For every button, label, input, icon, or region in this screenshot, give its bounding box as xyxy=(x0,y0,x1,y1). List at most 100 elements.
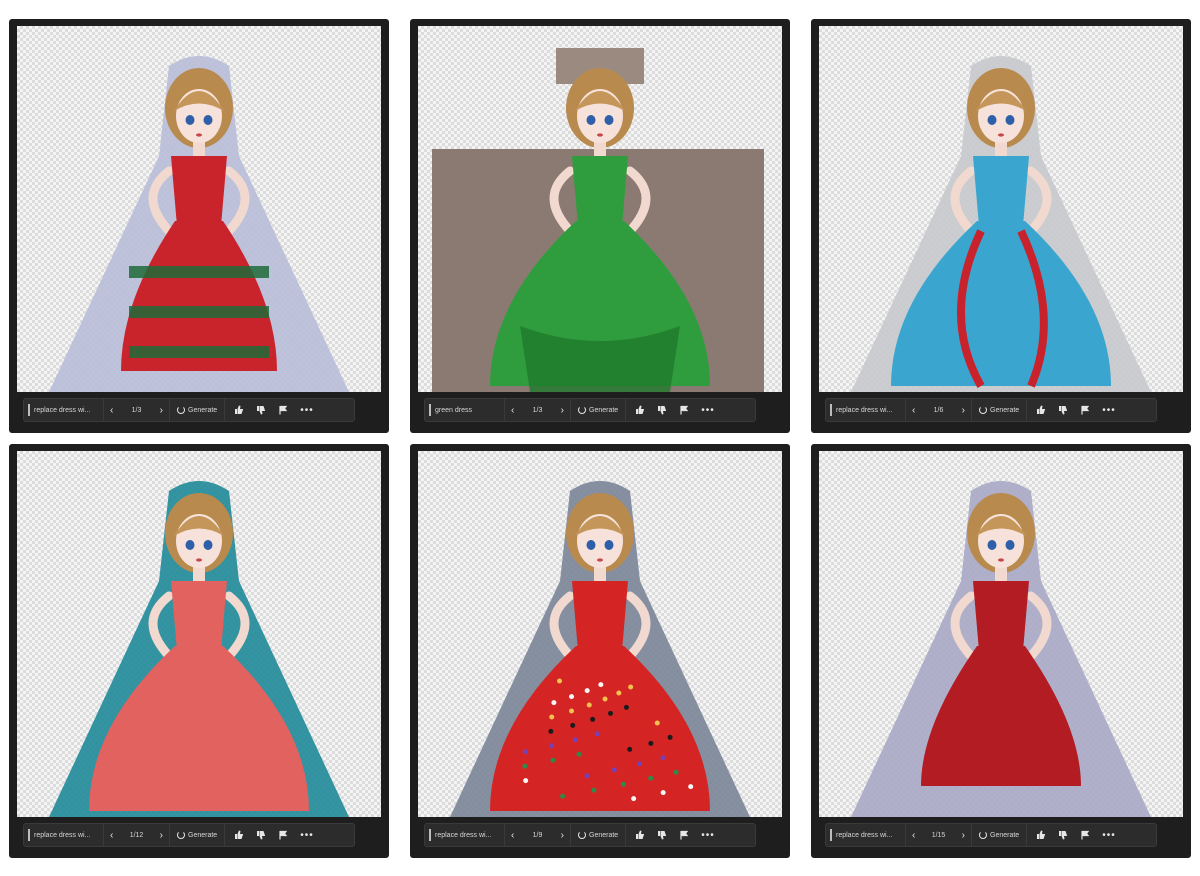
variation-counter: 1/15 xyxy=(931,831,946,839)
chevron-left-icon[interactable]: ‹ xyxy=(511,405,514,416)
chevron-right-icon[interactable]: › xyxy=(561,405,564,416)
doll-image-4 xyxy=(49,481,349,817)
canvas-1[interactable] xyxy=(17,26,381,392)
thumbs-up-icon[interactable] xyxy=(635,405,645,415)
sequin xyxy=(631,796,637,802)
sequin xyxy=(616,690,622,696)
thumbs-down-icon[interactable] xyxy=(657,830,667,840)
eye xyxy=(1005,115,1015,125)
sequin xyxy=(572,737,578,743)
more-icon[interactable]: ••• xyxy=(300,830,314,841)
flag-icon[interactable] xyxy=(278,830,288,840)
prompt-bar xyxy=(28,829,30,841)
variation-panel-1: replace dress wi... ‹ 1/3 › Generate ••• xyxy=(9,19,389,433)
chevron-right-icon[interactable]: › xyxy=(160,830,163,841)
flag-icon[interactable] xyxy=(679,405,689,415)
sequin xyxy=(549,714,555,720)
prompt-field[interactable]: replace dress wi... xyxy=(24,824,104,846)
tier-stripe xyxy=(129,306,269,318)
prompt-text: replace dress wi... xyxy=(34,406,91,414)
generate-button[interactable]: Generate xyxy=(571,399,627,421)
flag-icon[interactable] xyxy=(1080,405,1090,415)
thumbs-up-icon[interactable] xyxy=(1036,405,1046,415)
sequin xyxy=(584,688,590,694)
prompt-field[interactable]: replace dress wi... xyxy=(24,399,104,421)
variation-panel-6: replace dress wi... ‹ 1/15 › Generate ••… xyxy=(811,444,1191,858)
more-icon[interactable]: ••• xyxy=(701,830,715,841)
chevron-left-icon[interactable]: ‹ xyxy=(912,405,915,416)
bodice xyxy=(572,581,628,651)
sequin xyxy=(560,793,566,799)
sequin xyxy=(623,704,629,710)
thumbs-up-icon[interactable] xyxy=(635,830,645,840)
prompt-field[interactable]: replace dress wi... xyxy=(425,824,505,846)
flag-icon[interactable] xyxy=(679,830,689,840)
eye xyxy=(185,115,195,125)
generate-button[interactable]: Generate xyxy=(571,824,627,846)
chevron-left-icon[interactable]: ‹ xyxy=(912,830,915,841)
tier-stripe xyxy=(129,266,269,278)
chevron-left-icon[interactable]: ‹ xyxy=(511,830,514,841)
thumbs-up-icon[interactable] xyxy=(234,405,244,415)
eye xyxy=(586,115,596,125)
refresh-icon xyxy=(979,831,987,839)
generate-button[interactable]: Generate xyxy=(972,824,1028,846)
bodice xyxy=(171,581,227,651)
sequin xyxy=(576,751,582,757)
chevron-right-icon[interactable]: › xyxy=(561,830,564,841)
sequin xyxy=(688,784,694,790)
canvas-2[interactable] xyxy=(418,26,782,392)
chevron-left-icon[interactable]: ‹ xyxy=(110,830,113,841)
more-icon[interactable]: ••• xyxy=(1102,830,1116,841)
canvas-5[interactable] xyxy=(418,451,782,817)
variation-nav: ‹ 1/15 › xyxy=(906,824,972,846)
chevron-right-icon[interactable]: › xyxy=(160,405,163,416)
refresh-icon xyxy=(979,406,987,414)
generate-button[interactable]: Generate xyxy=(972,399,1028,421)
prompt-text: green dress xyxy=(435,406,472,414)
canvas-6[interactable] xyxy=(819,451,1183,817)
mouth xyxy=(196,558,202,562)
thumbs-down-icon[interactable] xyxy=(1058,830,1068,840)
chevron-right-icon[interactable]: › xyxy=(962,405,965,416)
prompt-field[interactable]: green dress xyxy=(425,399,505,421)
thumbs-up-icon[interactable] xyxy=(1036,830,1046,840)
thumbs-down-icon[interactable] xyxy=(1058,405,1068,415)
prompt-bar xyxy=(429,404,431,416)
sequin xyxy=(590,716,596,722)
sequin xyxy=(522,763,528,769)
sequin xyxy=(648,775,654,781)
contextual-taskbar-3: replace dress wi... ‹ 1/6 › Generate ••• xyxy=(825,398,1157,422)
tier-stripe xyxy=(129,346,269,358)
generate-label: Generate xyxy=(589,831,619,839)
sequin xyxy=(584,773,590,779)
prompt-field[interactable]: replace dress wi... xyxy=(826,824,906,846)
flag-icon[interactable] xyxy=(278,405,288,415)
sequin xyxy=(550,757,556,763)
more-icon[interactable]: ••• xyxy=(1102,405,1116,416)
thumbs-down-icon[interactable] xyxy=(657,405,667,415)
canvas-3[interactable] xyxy=(819,26,1183,392)
contextual-taskbar-2: green dress ‹ 1/3 › Generate ••• xyxy=(424,398,756,422)
thumbs-up-icon[interactable] xyxy=(234,830,244,840)
thumbs-down-icon[interactable] xyxy=(256,405,266,415)
generate-button[interactable]: Generate xyxy=(170,824,226,846)
generate-button[interactable]: Generate xyxy=(170,399,226,421)
thumbs-down-icon[interactable] xyxy=(256,830,266,840)
sequin xyxy=(667,734,673,740)
sequin xyxy=(586,702,592,708)
chevron-left-icon[interactable]: ‹ xyxy=(110,405,113,416)
more-icon[interactable]: ••• xyxy=(701,405,715,416)
eye xyxy=(1005,540,1015,550)
prompt-field[interactable]: replace dress wi... xyxy=(826,399,906,421)
eye xyxy=(604,115,614,125)
canvas-4[interactable] xyxy=(17,451,381,817)
sequin xyxy=(628,684,634,690)
chevron-right-icon[interactable]: › xyxy=(962,830,965,841)
flag-icon[interactable] xyxy=(1080,830,1090,840)
sequin xyxy=(648,740,654,746)
sequin xyxy=(594,731,600,737)
refresh-icon xyxy=(177,831,185,839)
more-icon[interactable]: ••• xyxy=(300,405,314,416)
prompt-bar xyxy=(28,404,30,416)
